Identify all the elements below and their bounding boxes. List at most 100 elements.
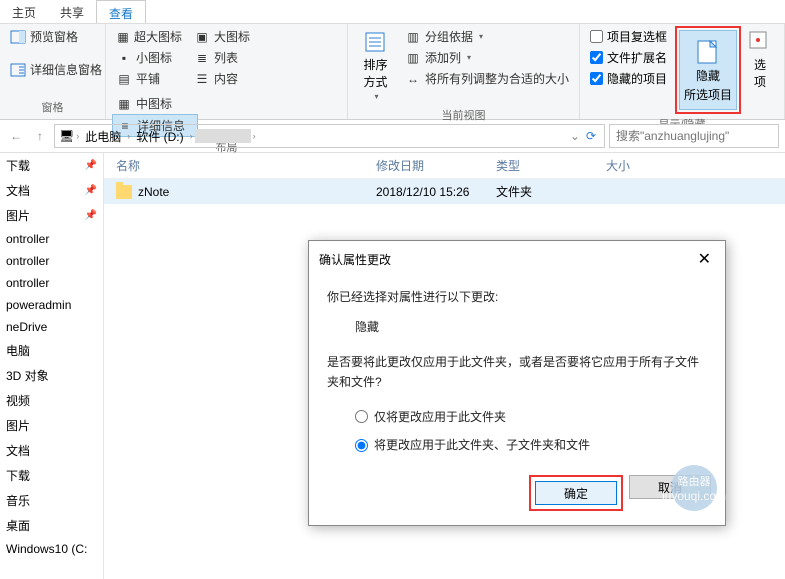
sidebar-item[interactable]: 视频	[0, 388, 103, 413]
layout-medium[interactable]: ▦中图标	[112, 93, 198, 114]
details-pane-icon	[10, 62, 26, 78]
sidebar-item[interactable]: ontroller	[0, 250, 103, 272]
breadcrumb[interactable]: 🖥 › 此电脑 › 软件 (D:) › › ⌄ ⟳	[54, 124, 605, 148]
sidebar-item[interactable]: 文档	[0, 438, 103, 463]
hide-icon	[694, 37, 722, 65]
sidebar-item[interactable]: ontroller	[0, 272, 103, 294]
crumb-drive[interactable]: 软件 (D:)	[132, 126, 187, 147]
watermark-badge: 路由器 luyouqi.com	[671, 465, 717, 511]
group-panes: 预览窗格 详细信息窗格 窗格	[0, 24, 106, 119]
chevron-right-icon: ›	[190, 131, 193, 141]
sidebar-item[interactable]: 桌面	[0, 513, 103, 538]
table-row[interactable]: zNote2018/12/10 15:26文件夹	[104, 179, 785, 204]
ribbon: 预览窗格 详细信息窗格 窗格 ▦超大图标 ▪小图标 ▤平铺 ▣大图标 ≣列表	[0, 24, 785, 120]
sidebar: 下载📌文档📌图片📌ontrollerontrollerontrollerpowe…	[0, 153, 104, 579]
grid-large-icon: ▣	[194, 29, 210, 45]
column-headers[interactable]: 名称 修改日期 类型 大小	[104, 153, 785, 179]
sidebar-item[interactable]: poweradmin	[0, 294, 103, 316]
layout-tiles[interactable]: ▤平铺	[112, 68, 186, 89]
tab-view[interactable]: 查看	[96, 0, 146, 23]
col-type[interactable]: 类型	[496, 157, 606, 174]
layout-large[interactable]: ▣大图标	[190, 26, 256, 47]
sidebar-item[interactable]: 图片📌	[0, 203, 103, 228]
sidebar-item[interactable]: 下载📌	[0, 153, 103, 178]
sidebar-item[interactable]: 下载	[0, 463, 103, 488]
chevron-right-icon: ›	[76, 131, 79, 141]
ok-button[interactable]: 确定	[535, 481, 617, 505]
crumb-this-pc[interactable]: 此电脑	[81, 126, 125, 147]
hidden-items-toggle[interactable]: 隐藏的项目	[586, 68, 671, 89]
chevron-right-icon: ›	[253, 131, 256, 141]
grid-med-icon: ▦	[116, 96, 132, 112]
file-ext-toggle[interactable]: 文件扩展名	[586, 47, 671, 68]
group-show-hide: 项目复选框 文件扩展名 隐藏的项目 隐藏 所选项目 选项 显	[580, 24, 785, 119]
dialog-footer: 确定 取消 路由器 luyouqi.com	[309, 475, 725, 525]
group-panes-label: 窗格	[6, 97, 99, 117]
details-pane-label: 详细信息窗格	[30, 61, 102, 78]
size-all-columns-button[interactable]: ↔将所有列调整为合适的大小	[401, 68, 573, 89]
grid-small-icon: ▪	[116, 50, 132, 66]
col-date[interactable]: 修改日期	[376, 157, 496, 174]
dialog-title: 确认属性更改	[319, 251, 391, 268]
sidebar-item[interactable]: 3D 对象	[0, 363, 103, 388]
grid-icon: ▦	[116, 29, 130, 45]
close-icon[interactable]: ✕	[694, 249, 715, 269]
tab-share[interactable]: 共享	[48, 0, 96, 23]
tab-home[interactable]: 主页	[0, 0, 48, 23]
nav-back-button[interactable]: ←	[6, 126, 26, 146]
layout-small[interactable]: ▪小图标	[112, 47, 186, 68]
pin-icon: 📌	[85, 185, 97, 196]
dialog-line1: 你已经选择对属性进行以下更改:	[327, 287, 707, 307]
layout-content[interactable]: ☰内容	[190, 68, 256, 89]
chevron-down-icon: ▾	[467, 53, 471, 62]
search-input[interactable]	[609, 124, 779, 148]
options-button[interactable]: 选项	[745, 26, 775, 94]
preview-pane-button[interactable]: 预览窗格	[6, 26, 106, 47]
pin-icon: 📌	[85, 210, 97, 221]
sidebar-item[interactable]: 图片	[0, 413, 103, 438]
folder-icon	[116, 185, 132, 199]
crumb-folder[interactable]	[195, 129, 251, 143]
confirm-attribute-dialog: 确认属性更改 ✕ 你已经选择对属性进行以下更改: 隐藏 是否要将此更改仅应用于此…	[308, 240, 726, 526]
group-layout: ▦超大图标 ▪小图标 ▤平铺 ▣大图标 ≣列表 ☰内容 ▦中图标 ≡详细信息 布…	[106, 24, 348, 119]
item-checkboxes-toggle[interactable]: 项目复选框	[586, 26, 671, 47]
preview-pane-label: 预览窗格	[30, 28, 78, 45]
sort-by-button[interactable]: 排序方式 ▾	[354, 26, 397, 105]
col-size[interactable]: 大小	[606, 157, 686, 174]
dialog-question: 是否要将此更改仅应用于此文件夹，或者是否要将它应用于所有子文件夹和文件?	[327, 352, 707, 393]
dialog-attr: 隐藏	[327, 317, 707, 337]
details-pane-button[interactable]: 详细信息窗格	[6, 59, 106, 80]
add-columns-button[interactable]: ▥添加列▾	[401, 47, 573, 68]
options-icon	[748, 30, 772, 54]
nav-up-button[interactable]: ↑	[30, 126, 50, 146]
columns-icon: ▥	[405, 50, 421, 66]
ok-highlight: 确定	[529, 475, 623, 511]
hide-selected-button[interactable]: 隐藏 所选项目	[679, 30, 737, 110]
radio-all-subfolders[interactable]: 将更改应用于此文件夹、子文件夹和文件	[327, 431, 707, 459]
chevron-down-icon: ▾	[374, 92, 378, 101]
list-small-icon: ≣	[194, 50, 210, 66]
pc-icon: 🖥	[59, 129, 74, 143]
group-icon: ▥	[405, 29, 421, 45]
group-by-button[interactable]: ▥分组依据▾	[401, 26, 573, 47]
sidebar-item[interactable]: neDrive	[0, 316, 103, 338]
preview-pane-icon	[10, 29, 26, 45]
group-current-view-label: 当前视图	[354, 105, 573, 125]
radio-this-folder[interactable]: 仅将更改应用于此文件夹	[327, 403, 707, 431]
pin-icon: 📌	[85, 160, 97, 171]
sidebar-item[interactable]: ontroller	[0, 228, 103, 250]
dropdown-icon[interactable]: ⌄	[570, 129, 580, 143]
tiles-icon: ▤	[116, 71, 132, 87]
sidebar-item[interactable]: 电脑	[0, 338, 103, 363]
chevron-down-icon: ▾	[479, 32, 483, 41]
col-name[interactable]: 名称	[116, 157, 376, 174]
layout-extra-large[interactable]: ▦超大图标	[112, 26, 186, 47]
sidebar-item[interactable]: Windows10 (C:	[0, 538, 103, 560]
chevron-right-icon: ›	[127, 131, 130, 141]
layout-list[interactable]: ≣列表	[190, 47, 256, 68]
group-current-view: 排序方式 ▾ ▥分组依据▾ ▥添加列▾ ↔将所有列调整为合适的大小 当前视图	[348, 24, 580, 119]
ribbon-tabs: 主页 共享 查看	[0, 0, 785, 24]
sidebar-item[interactable]: 音乐	[0, 488, 103, 513]
sidebar-item[interactable]: 文档📌	[0, 178, 103, 203]
refresh-icon[interactable]: ⟳	[582, 129, 600, 143]
